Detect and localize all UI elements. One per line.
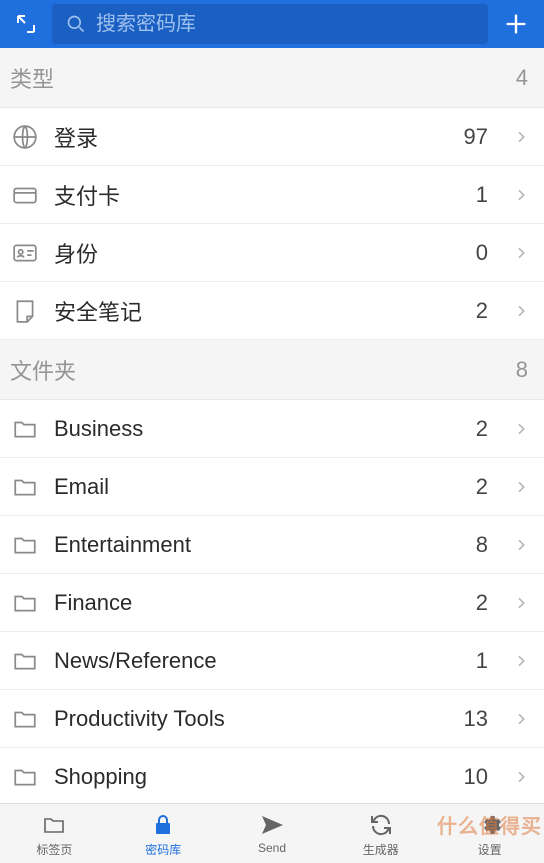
type-label: 支付卡 xyxy=(54,179,446,211)
folder-row[interactable]: Entertainment 8 xyxy=(0,516,544,574)
folder-count: 8 xyxy=(460,532,488,558)
folder-row[interactable]: Finance 2 xyxy=(0,574,544,632)
folder-row[interactable]: Business 2 xyxy=(0,400,544,458)
nav-send[interactable]: Send xyxy=(218,804,327,863)
add-button[interactable] xyxy=(496,4,536,44)
folder-label: Email xyxy=(54,474,446,500)
type-row-identity[interactable]: 身份 0 xyxy=(0,224,544,282)
chevron-right-icon xyxy=(508,532,534,558)
nav-label: Send xyxy=(258,841,286,855)
search-input[interactable] xyxy=(96,13,474,36)
folder-count: 10 xyxy=(460,764,488,790)
nav-vault[interactable]: 密码库 xyxy=(109,804,218,863)
lock-icon xyxy=(151,813,175,837)
folder-label: Entertainment xyxy=(54,532,446,558)
folder-label: News/Reference xyxy=(54,648,446,674)
search-container[interactable] xyxy=(52,4,488,44)
type-count: 0 xyxy=(460,240,488,266)
nav-label: 设置 xyxy=(478,841,502,855)
watermark: 什么值得买 xyxy=(437,810,542,839)
folder-icon xyxy=(10,530,40,560)
folder-count: 2 xyxy=(460,590,488,616)
type-label: 身份 xyxy=(54,237,446,269)
expand-button[interactable] xyxy=(8,6,44,42)
folder-label: Business xyxy=(54,416,446,442)
folder-icon xyxy=(10,472,40,502)
type-row-note[interactable]: 安全笔记 2 xyxy=(0,282,544,340)
type-row-card[interactable]: 支付卡 1 xyxy=(0,166,544,224)
chevron-right-icon xyxy=(508,590,534,616)
types-list: 登录 97 支付卡 1 身份 0 安全笔记 2 xyxy=(0,108,544,340)
card-icon xyxy=(10,180,40,210)
folder-count: 1 xyxy=(460,648,488,674)
header xyxy=(0,0,544,48)
folders-section-title: 文件夹 xyxy=(10,354,76,386)
chevron-right-icon xyxy=(508,124,534,150)
type-label: 登录 xyxy=(54,121,446,153)
identity-icon xyxy=(10,238,40,268)
folder-icon xyxy=(10,414,40,444)
folder-count: 2 xyxy=(460,474,488,500)
folder-label: Productivity Tools xyxy=(54,706,446,732)
nav-generator[interactable]: 生成器 xyxy=(326,804,435,863)
folders-list: Business 2 Email 2 Entertainment 8 Finance 2 New… xyxy=(0,400,544,806)
chevron-right-icon xyxy=(508,648,534,674)
send-icon xyxy=(259,813,285,837)
refresh-icon xyxy=(368,813,394,837)
expand-icon xyxy=(14,12,38,36)
chevron-right-icon xyxy=(508,474,534,500)
nav-label: 生成器 xyxy=(363,841,399,855)
folder-label: Finance xyxy=(54,590,446,616)
folders-section-header: 文件夹 8 xyxy=(0,340,544,400)
folder-icon xyxy=(10,762,40,792)
chevron-right-icon xyxy=(508,706,534,732)
plus-icon xyxy=(502,10,530,38)
chevron-right-icon xyxy=(508,240,534,266)
globe-icon xyxy=(10,122,40,152)
folder-count: 13 xyxy=(460,706,488,732)
types-section-count: 4 xyxy=(516,65,528,91)
folder-count: 2 xyxy=(460,416,488,442)
types-section-header: 类型 4 xyxy=(0,48,544,108)
nav-label: 标签页 xyxy=(36,841,72,855)
chevron-right-icon xyxy=(508,416,534,442)
type-count: 97 xyxy=(460,124,488,150)
type-count: 2 xyxy=(460,298,488,324)
folder-row[interactable]: Productivity Tools 13 xyxy=(0,690,544,748)
type-count: 1 xyxy=(460,182,488,208)
types-section-title: 类型 xyxy=(10,62,54,94)
type-row-login[interactable]: 登录 97 xyxy=(0,108,544,166)
folder-icon xyxy=(10,704,40,734)
folder-row[interactable]: Shopping 10 xyxy=(0,748,544,806)
folder-row[interactable]: Email 2 xyxy=(0,458,544,516)
folder-icon xyxy=(10,588,40,618)
folder-icon xyxy=(10,646,40,676)
chevron-right-icon xyxy=(508,764,534,790)
search-icon xyxy=(66,14,86,34)
folder-row[interactable]: News/Reference 1 xyxy=(0,632,544,690)
type-label: 安全笔记 xyxy=(54,295,446,327)
nav-tabs[interactable]: 标签页 xyxy=(0,804,109,863)
folder-label: Shopping xyxy=(54,764,446,790)
folder-icon xyxy=(40,813,68,837)
nav-label: 密码库 xyxy=(145,841,181,855)
note-icon xyxy=(10,296,40,326)
chevron-right-icon xyxy=(508,182,534,208)
chevron-right-icon xyxy=(508,298,534,324)
folders-section-count: 8 xyxy=(516,357,528,383)
